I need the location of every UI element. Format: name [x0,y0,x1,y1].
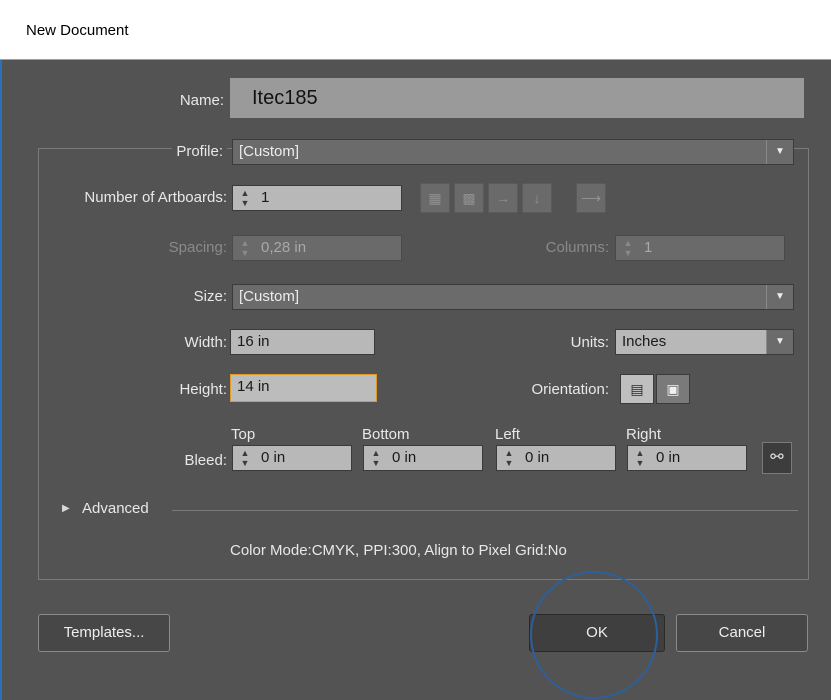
title-bar: New Document [0,0,831,60]
name-label: Name: [179,92,224,109]
columns-stepper[interactable]: ▲ ▼ 1 [615,235,785,261]
chevron-down-icon: ▼ [766,285,793,309]
bleed-left-stepper[interactable]: ▲ ▼ 0 in [496,445,616,471]
document-info: Color Mode:CMYK, PPI:300, Align to Pixel… [230,542,567,559]
chevron-down-icon: ▼ [766,140,793,164]
up-down-spinner-icon[interactable]: ▲ ▼ [235,188,255,208]
spacing-label: Spacing: [168,239,227,256]
units-label: Units: [570,334,609,351]
portrait-icon[interactable]: ▤ [620,374,654,404]
bleed-top-value: 0 in [261,449,286,466]
disclosure-triangle-icon[interactable]: ▶ [62,503,70,514]
width-label: Width: [184,334,227,351]
arrange-by-row-icon[interactable]: → [488,183,518,213]
dialog-title: New Document [26,22,129,39]
up-down-spinner-icon[interactable]: ▲ ▼ [499,448,519,468]
bleed-top-label: Top [231,426,256,443]
grid-by-row-icon[interactable]: ▦ [420,183,450,213]
up-down-spinner-icon[interactable]: ▲ ▼ [618,238,638,258]
spacing-value: 0,28 in [261,239,307,256]
profile-value: [Custom] [239,143,300,160]
bleed-left-label: Left [495,426,521,443]
link-icon[interactable]: ⚯ [762,442,792,474]
up-down-spinner-icon[interactable]: ▲ ▼ [366,448,386,468]
bleed-top-stepper[interactable]: ▲ ▼ 0 in [232,445,352,471]
arrange-by-column-icon[interactable]: ↓ [522,183,552,213]
bleed-right-stepper[interactable]: ▲ ▼ 0 in [627,445,747,471]
artboards-label: Number of Artboards: [84,189,227,206]
name-input[interactable]: Itec185 [230,78,804,118]
height-input[interactable]: 14 in [230,374,377,402]
new-document-dialog: New Document Name: Itec185 Profile: [Cus… [0,0,831,700]
bleed-left-value: 0 in [525,449,550,466]
grid-by-column-icon[interactable]: ▩ [454,183,484,213]
profile-dropdown[interactable]: [Custom] ▼ [232,139,794,165]
units-dropdown[interactable]: Inches ▼ [615,329,794,355]
columns-value: 1 [644,239,653,256]
chevron-down-icon: ▼ [766,330,793,354]
bleed-right-label: Right [626,426,662,443]
artboards-stepper[interactable]: ▲ ▼ 1 [232,185,402,211]
right-to-left-icon[interactable]: ⟶ [576,183,606,213]
bleed-bottom-label: Bottom [362,426,410,443]
advanced-separator [172,510,798,511]
bleed-label: Bleed: [184,452,227,469]
artboards-value: 1 [261,189,270,206]
cancel-button[interactable]: Cancel [676,614,808,652]
size-dropdown[interactable]: [Custom] ▼ [232,284,794,310]
orientation-label: Orientation: [531,381,609,398]
up-down-spinner-icon[interactable]: ▲ ▼ [235,238,255,258]
bleed-bottom-stepper[interactable]: ▲ ▼ 0 in [363,445,483,471]
window-border [0,60,2,700]
height-label: Height: [179,381,227,398]
up-down-spinner-icon[interactable]: ▲ ▼ [630,448,650,468]
units-value: Inches [622,333,667,350]
ok-button[interactable]: OK [529,614,665,652]
columns-label: Columns: [545,239,609,256]
templates-button[interactable]: Templates... [38,614,170,652]
up-down-spinner-icon[interactable]: ▲ ▼ [235,448,255,468]
size-label: Size: [193,288,227,305]
bleed-bottom-value: 0 in [392,449,417,466]
width-input[interactable]: 16 in [230,329,375,355]
advanced-toggle[interactable]: Advanced [82,500,149,517]
profile-label: Profile: [172,143,227,160]
size-value: [Custom] [239,288,300,305]
bleed-right-value: 0 in [656,449,681,466]
spacing-stepper[interactable]: ▲ ▼ 0,28 in [232,235,402,261]
landscape-icon[interactable]: ▣ [656,374,690,404]
